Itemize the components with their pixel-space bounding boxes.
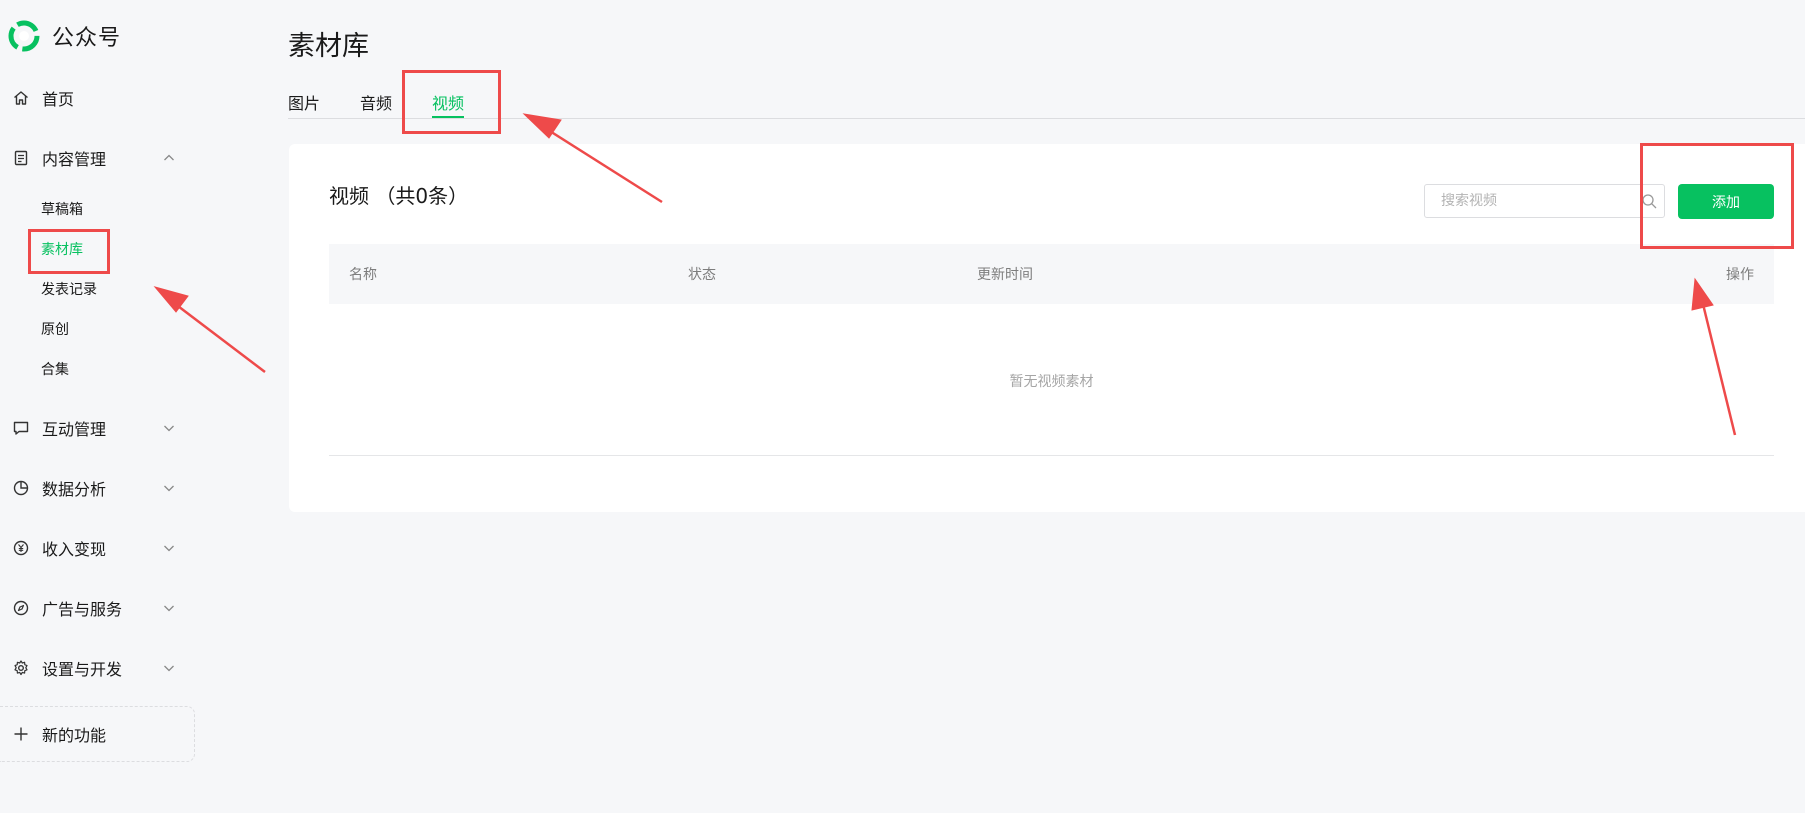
compass-icon [12,599,30,617]
column-header-updated-time: 更新时间 [977,267,1033,283]
brand-name: 公众号 [52,26,122,51]
sidebar: 公众号 首页 内容管理 草稿箱 素材库 发表记录 原创 合集 互动管理 数据分析… [0,0,230,813]
sidebar-subitem-publish-records[interactable]: 发表记录 [41,279,97,301]
home-icon [12,89,30,107]
search-input[interactable] [1439,192,1633,210]
tab-images[interactable]: 图片 [288,90,320,114]
sidebar-item-home[interactable]: 首页 [0,80,195,116]
column-header-actions: 操作 [1726,267,1754,283]
sidebar-item-label: 收入变现 [42,540,107,559]
brand[interactable]: 公众号 [8,20,121,52]
chevron-down-icon [162,421,176,435]
video-count-title: 视频 （共0条） [329,184,469,208]
sidebar-subitem-collections[interactable]: 合集 [41,359,69,381]
sidebar-item-label: 数据分析 [42,480,107,499]
message-icon [12,419,30,437]
sidebar-subitem-original[interactable]: 原创 [41,319,69,341]
column-header-name: 名称 [349,267,377,283]
page-title: 素材库 [288,31,369,62]
document-icon [12,149,30,167]
chevron-down-icon [162,661,176,675]
annotation-box-add-button [1640,143,1794,249]
plus-icon [12,725,30,743]
wechat-official-account-logo [8,20,40,52]
table-header: 名称 状态 更新时间 操作 [329,244,1774,304]
material-tabs: 图片 音频 视频 [288,80,1805,119]
annotation-box-material-library [28,229,110,274]
sidebar-item-interaction[interactable]: 互动管理 [0,410,195,446]
sidebar-item-label: 广告与服务 [42,600,123,619]
sidebar-item-label: 互动管理 [42,420,107,439]
new-feature-label: 新的功能 [42,726,107,745]
sidebar-subitem-drafts[interactable]: 草稿箱 [41,199,83,221]
chevron-down-icon [162,481,176,495]
tab-audio[interactable]: 音频 [360,90,392,114]
new-feature-button[interactable]: 新的功能 [0,706,195,762]
sidebar-item-settings-dev[interactable]: 设置与开发 [0,650,195,686]
search-box[interactable] [1424,184,1665,218]
chevron-down-icon [162,541,176,555]
chevron-down-icon [162,601,176,615]
video-material-card: 视频 （共0条） 添加 名称 状态 更新时间 操作 暂无视频素材 [289,144,1805,512]
annotation-box-video-tab [402,70,501,134]
chevron-up-icon [162,151,176,165]
gear-icon [12,659,30,677]
table-divider [329,455,1774,456]
sidebar-item-monetization[interactable]: 收入变现 [0,530,195,566]
sidebar-item-content[interactable]: 内容管理 [0,140,195,176]
sidebar-item-label: 首页 [42,90,75,109]
sidebar-item-analytics[interactable]: 数据分析 [0,470,195,506]
sidebar-item-label: 内容管理 [42,150,107,169]
empty-state-text: 暂无视频素材 [1009,374,1094,390]
pie-chart-icon [12,479,30,497]
yuan-icon [12,539,30,557]
column-header-status: 状态 [688,267,716,283]
sidebar-item-ads-services[interactable]: 广告与服务 [0,590,195,626]
sidebar-item-label: 设置与开发 [42,660,123,679]
